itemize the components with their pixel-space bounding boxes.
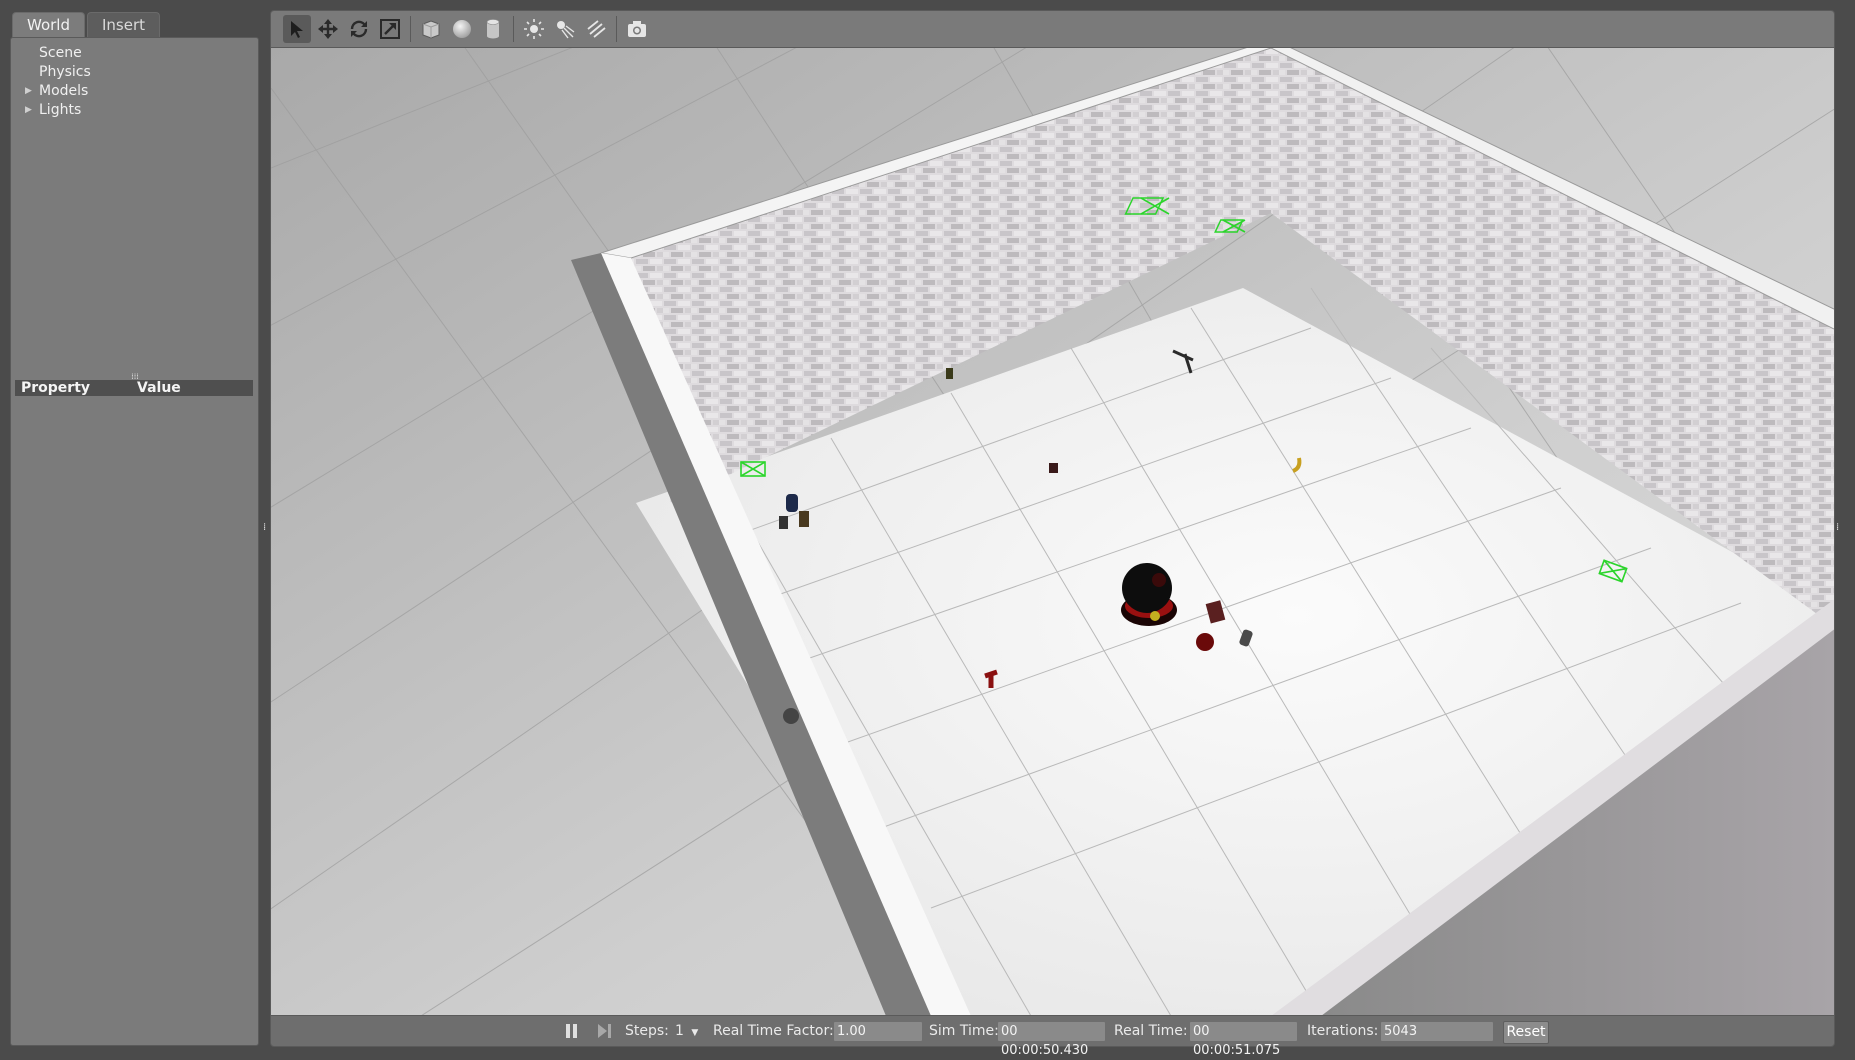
expand-arrow-icon[interactable]: ▶ (25, 101, 32, 120)
status-bar: Steps: 1 ▼ Real Time Factor: 1.00 Sim Ti… (270, 1015, 1835, 1058)
select-mode-icon[interactable] (283, 15, 311, 43)
steps-label: Steps: (625, 1023, 669, 1039)
iterations-field: 5043 (1381, 1022, 1493, 1041)
box-shape-icon[interactable] (417, 15, 445, 43)
tree-item-lights[interactable]: ▶ Lights (11, 101, 258, 120)
point-light-icon[interactable] (520, 15, 548, 43)
tree-item-label: Models (39, 83, 89, 99)
toolbar-separator (410, 16, 411, 42)
tab-world[interactable]: World (12, 12, 85, 38)
box-object (779, 516, 788, 529)
real-time-field: 00 00:00:51.075 (1190, 1022, 1297, 1058)
real-time-factor-field: 1.00 (834, 1022, 922, 1041)
steps-value: 1 (675, 1023, 684, 1039)
value-column-header: Value (137, 380, 181, 396)
tree-item-physics[interactable]: Physics (11, 63, 258, 82)
box-object-2 (799, 511, 809, 527)
scene-render (271, 48, 1834, 1015)
iterations-label: Iterations: (1307, 1023, 1379, 1039)
translate-mode-icon[interactable] (314, 15, 342, 43)
cylinder-shape-icon[interactable] (479, 15, 507, 43)
world-tree: Scene Physics ▶ Models ▶ Lights (11, 44, 258, 120)
tree-item-label: Scene (39, 45, 82, 61)
tree-item-models[interactable]: ▶ Models (11, 82, 258, 101)
toolbar-separator (513, 16, 514, 42)
toolbar-separator (616, 16, 617, 42)
bottle-object (786, 494, 798, 512)
expand-arrow-icon[interactable]: ▶ (25, 82, 32, 101)
left-tab-bar: World Insert (12, 12, 162, 38)
scale-mode-icon[interactable] (376, 15, 404, 43)
sim-time-label: Sim Time: (929, 1023, 999, 1039)
steps-spinbox[interactable]: 1 ▼ (675, 1016, 698, 1046)
bowl-object (1196, 633, 1214, 651)
ball-object (783, 708, 799, 724)
tree-item-label: Lights (39, 102, 82, 118)
reset-button[interactable]: Reset (1503, 1021, 1549, 1044)
3d-viewport[interactable] (270, 48, 1835, 1015)
real-time-factor-label: Real Time Factor: (713, 1023, 834, 1039)
pause-icon[interactable] (565, 1016, 579, 1046)
directional-light-icon[interactable] (582, 15, 610, 43)
world-panel: Scene Physics ▶ Models ▶ Lights ⁞⁞⁞ Proper… (10, 37, 259, 1046)
property-column-header: Property (21, 380, 91, 396)
step-icon[interactable] (597, 1016, 613, 1046)
chevron-down-icon[interactable]: ▼ (691, 1028, 698, 1038)
cube-object (1049, 463, 1058, 473)
sim-time-field: 00 00:00:50.430 (998, 1022, 1105, 1058)
rotate-mode-icon[interactable] (345, 15, 373, 43)
sphere-shape-icon[interactable] (448, 15, 476, 43)
can-object (946, 368, 953, 379)
real-time-label: Real Time: (1114, 1023, 1188, 1039)
right-panel-resize-handle[interactable]: ⁞ (1836, 522, 1842, 534)
screenshot-icon[interactable] (623, 15, 651, 43)
tree-item-scene[interactable]: Scene (11, 44, 258, 63)
tree-item-label: Physics (39, 64, 91, 80)
toolbar (270, 10, 1835, 48)
left-panel-resize-handle[interactable]: ⁞ (263, 522, 267, 534)
property-table-header: Property Value (15, 380, 253, 396)
tab-insert[interactable]: Insert (87, 12, 161, 38)
spot-light-icon[interactable] (551, 15, 579, 43)
